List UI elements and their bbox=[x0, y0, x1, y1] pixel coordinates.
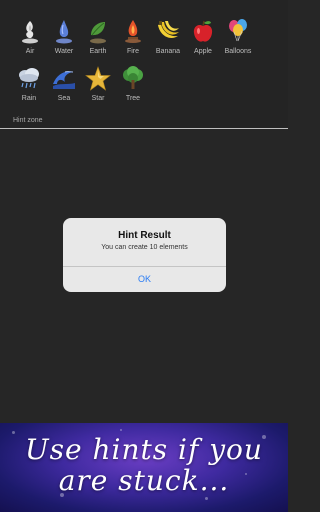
element-tree[interactable]: Tree bbox=[114, 66, 152, 102]
tree-icon bbox=[123, 66, 143, 89]
element-water[interactable]: Water bbox=[45, 19, 83, 55]
element-label: Tree bbox=[125, 95, 141, 102]
star-icon bbox=[85, 66, 111, 91]
elements-panel: Air Water Earth Fire Banana Apple Balloo… bbox=[0, 0, 288, 128]
water-icon bbox=[56, 20, 72, 44]
element-star[interactable]: Star bbox=[79, 66, 117, 102]
promo-line-2: are stuck... bbox=[58, 464, 230, 497]
fire-icon bbox=[125, 20, 141, 43]
element-label: Earth bbox=[89, 48, 107, 55]
element-label: Rain bbox=[21, 95, 37, 102]
promo-text: Use hints if you are stuck... bbox=[0, 434, 288, 496]
ok-button[interactable]: OK bbox=[63, 267, 226, 292]
banana-icon bbox=[158, 21, 179, 38]
element-label: Banana bbox=[155, 48, 181, 55]
element-apple[interactable]: Apple bbox=[184, 19, 222, 55]
element-earth[interactable]: Earth bbox=[79, 19, 117, 55]
element-sea[interactable]: Sea bbox=[45, 66, 83, 102]
dialog-title: Hint Result bbox=[118, 230, 171, 241]
game-screen: Air Water Earth Fire Banana Apple Balloo… bbox=[0, 0, 288, 512]
sparkle bbox=[205, 497, 208, 500]
earth-icon bbox=[90, 22, 106, 44]
promo-banner: Use hints if you are stuck... bbox=[0, 423, 288, 512]
apple-icon bbox=[193, 20, 213, 42]
dialog-message: You can create 10 elements bbox=[101, 244, 188, 251]
promo-line-1: Use hints if you bbox=[25, 433, 263, 466]
element-label: Sea bbox=[57, 95, 71, 102]
element-fire[interactable]: Fire bbox=[114, 19, 152, 55]
element-air[interactable]: Air bbox=[11, 19, 49, 55]
sea-icon bbox=[53, 71, 75, 89]
balloons-icon bbox=[229, 19, 247, 42]
element-label: Air bbox=[25, 48, 35, 55]
element-label: Star bbox=[91, 95, 105, 102]
element-label: Water bbox=[54, 48, 74, 55]
hint-result-dialog: Hint Result You can create 10 elements O… bbox=[63, 218, 226, 292]
element-label: Fire bbox=[126, 48, 140, 55]
element-label: Apple bbox=[194, 48, 212, 55]
element-balloons[interactable]: Balloons bbox=[219, 19, 257, 55]
air-icon bbox=[22, 21, 38, 44]
element-label: Balloons bbox=[224, 48, 252, 55]
sparkle bbox=[120, 429, 122, 431]
hint-zone-label: Hint zone bbox=[13, 117, 43, 124]
element-banana[interactable]: Banana bbox=[149, 19, 187, 55]
rain-icon bbox=[19, 68, 39, 89]
element-rain[interactable]: Rain bbox=[10, 66, 48, 102]
